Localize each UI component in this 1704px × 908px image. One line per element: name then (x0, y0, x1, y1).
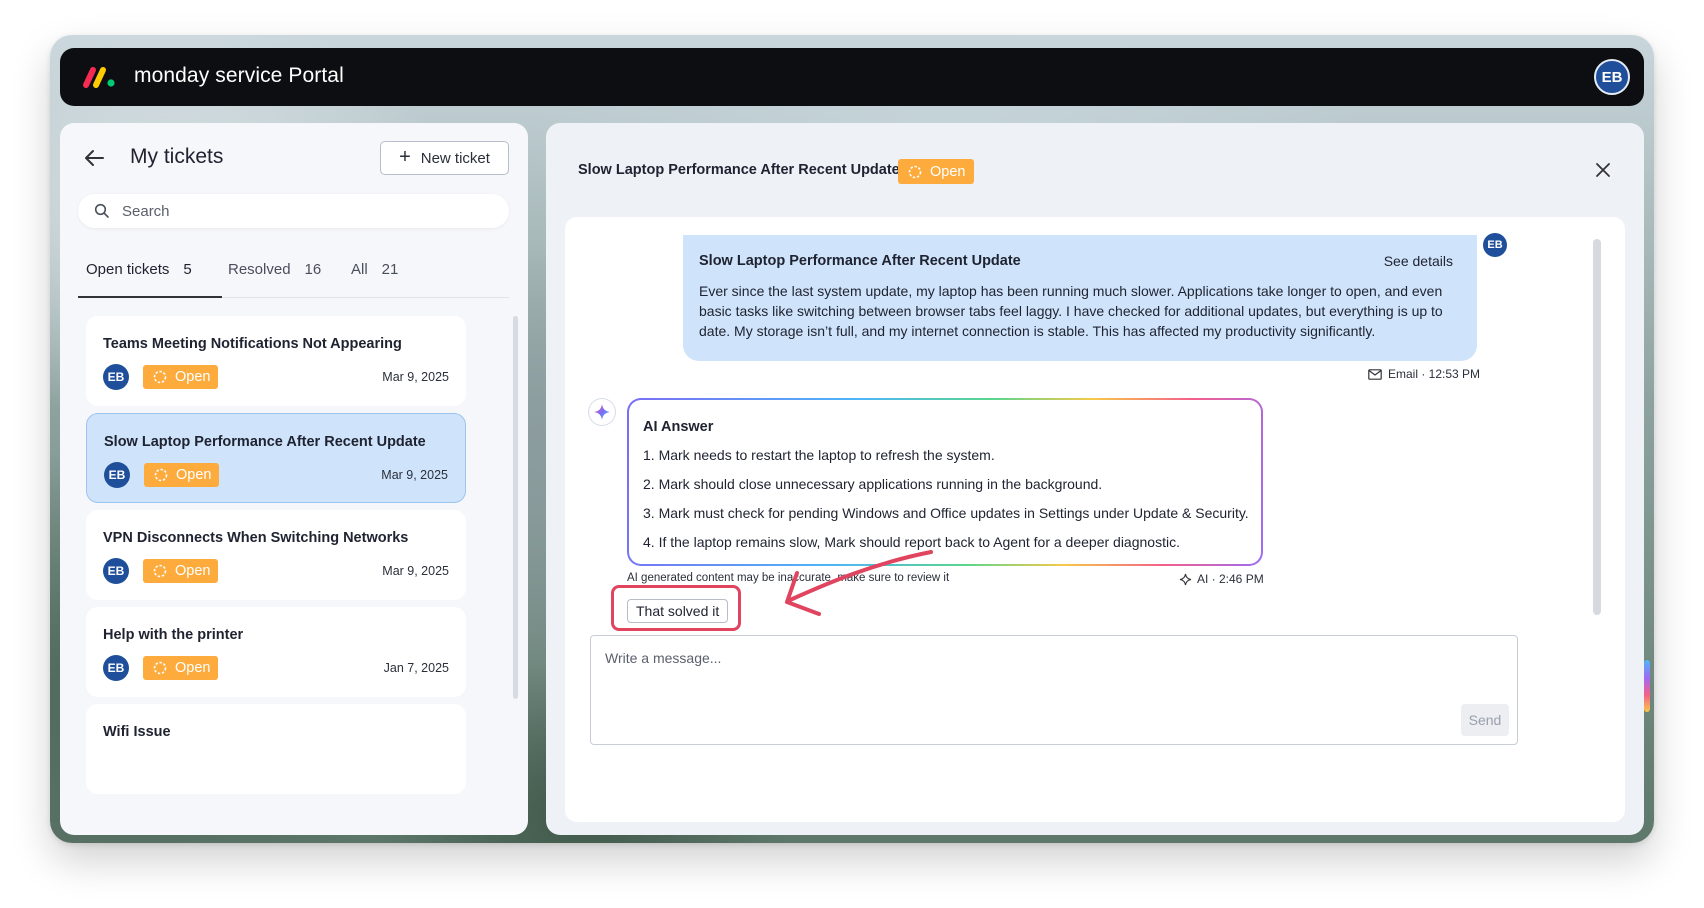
ai-disclaimer: AI generated content may be inaccurate, … (627, 572, 950, 584)
ticket-title: Help with the printer (103, 627, 244, 643)
tab-label: All (351, 261, 368, 278)
that-solved-it-button[interactable]: That solved it (627, 599, 729, 623)
tab-count: 16 (304, 261, 322, 278)
ticket-title: VPN Disconnects When Switching Networks (103, 530, 409, 546)
status-badge: Open (144, 463, 220, 487)
message-composer: Send (590, 635, 1518, 745)
ai-answer-item: 1. Mark needs to restart the laptop to r… (643, 447, 995, 463)
assignee-avatar: EB (103, 655, 129, 681)
status-open-icon (153, 661, 167, 675)
status-badge: Open (143, 656, 219, 680)
see-details-link[interactable]: See details (1384, 253, 1453, 269)
send-button[interactable]: Send (1461, 704, 1509, 736)
status-open-icon (153, 370, 167, 384)
ticket-card[interactable]: Teams Meeting Notifications Not Appearin… (86, 316, 466, 406)
ticket-date: Jan 7, 2025 (383, 661, 449, 675)
tab-label: Resolved (228, 261, 291, 278)
search-input[interactable] (120, 201, 484, 221)
assignee-avatar: EB (103, 364, 129, 390)
brand-name: monday service Portal (134, 64, 344, 87)
user-avatar[interactable]: EB (1594, 59, 1630, 95)
detail-title: Slow Laptop Performance After Recent Upd… (578, 162, 900, 178)
tab-open-tickets[interactable]: Open tickets 5 (86, 261, 192, 278)
message-input[interactable] (603, 648, 1487, 702)
status-label: Open (930, 163, 966, 180)
message-title: Slow Laptop Performance After Recent Upd… (699, 253, 1021, 269)
ticket-list-scrollbar[interactable] (513, 316, 518, 699)
tab-count: 5 (183, 261, 192, 278)
ticket-tabs: Open tickets 5 Resolved 16 All 21 (78, 253, 509, 298)
app-window: monday service Portal EB My tickets + Ne… (50, 35, 1654, 843)
ai-meta: AI · 2:46 PM (1179, 572, 1264, 586)
message-body: Ever since the last system update, my la… (699, 283, 1443, 339)
tab-resolved[interactable]: Resolved 16 (228, 261, 321, 278)
tab-count: 21 (381, 261, 399, 278)
conversation-scrollbar[interactable] (1593, 239, 1601, 615)
close-icon[interactable] (1592, 159, 1614, 181)
ticket-date: Mar 9, 2025 (382, 564, 449, 578)
ticket-card[interactable]: Wifi Issue (86, 704, 466, 794)
status-badge: Open (143, 559, 219, 583)
ai-answer-item: 4. If the laptop remains slow, Mark shou… (643, 534, 1180, 550)
message-meta: Email · 12:53 PM (1368, 367, 1480, 381)
tickets-panel: My tickets + New ticket Open tickets 5 Re… (60, 123, 528, 835)
ticket-title: Teams Meeting Notifications Not Appearin… (103, 336, 402, 352)
side-widget-handle[interactable] (1644, 660, 1650, 712)
ticket-title: Slow Laptop Performance After Recent Upd… (104, 434, 426, 450)
detail-status-badge: Open (898, 159, 975, 184)
ai-avatar (589, 399, 615, 425)
conversation-area: Slow Laptop Performance After Recent Upd… (565, 217, 1625, 822)
ai-sparkle-icon (594, 404, 610, 420)
new-ticket-button[interactable]: + New ticket (380, 141, 509, 175)
ticket-title: Wifi Issue (103, 724, 171, 740)
sender-avatar: EB (1483, 233, 1507, 257)
ai-sparkle-outline-icon (1179, 573, 1192, 585)
ai-answer-title: AI Answer (643, 419, 714, 435)
monday-logo-icon (83, 67, 115, 88)
customer-message: Slow Laptop Performance After Recent Upd… (683, 235, 1477, 361)
status-label: Open (175, 369, 211, 385)
ai-answer-item: 2. Mark should close unnecessary applica… (643, 476, 1103, 492)
ticket-list: Teams Meeting Notifications Not Appearin… (86, 316, 484, 835)
active-tab-indicator (78, 296, 222, 298)
status-open-icon (154, 468, 168, 482)
assignee-avatar: EB (104, 462, 130, 488)
search-box[interactable] (78, 194, 509, 228)
ticket-card[interactable]: Help with the printer EB Open Jan 7, 202… (86, 607, 466, 697)
search-icon (94, 203, 109, 218)
status-label: Open (175, 660, 211, 676)
status-open-icon (908, 165, 922, 178)
status-label: Open (176, 467, 212, 483)
ai-answer-item: 3. Mark must check for pending Windows a… (643, 505, 1249, 521)
mail-icon (1368, 368, 1382, 380)
assignee-avatar: EB (103, 558, 129, 584)
ticket-card-selected[interactable]: Slow Laptop Performance After Recent Upd… (86, 413, 466, 503)
ai-answer-card: AI Answer 1. Mark needs to restart the l… (627, 398, 1263, 566)
new-ticket-label: New ticket (420, 149, 490, 167)
status-label: Open (175, 563, 211, 579)
tab-label: Open tickets (86, 261, 170, 278)
back-arrow-icon[interactable] (82, 145, 108, 171)
status-badge: Open (143, 365, 219, 389)
tab-all[interactable]: All 21 (351, 261, 398, 278)
ticket-detail-panel: Slow Laptop Performance After Recent Upd… (546, 123, 1644, 835)
status-open-icon (153, 564, 167, 578)
panel-title: My tickets (130, 145, 224, 168)
top-bar: monday service Portal EB (60, 48, 1644, 106)
ticket-date: Mar 9, 2025 (381, 468, 448, 482)
ai-meta-text: AI · 2:46 PM (1197, 572, 1264, 586)
ticket-card[interactable]: VPN Disconnects When Switching Networks … (86, 510, 466, 600)
plus-icon: + (399, 146, 411, 168)
ticket-date: Mar 9, 2025 (382, 370, 449, 384)
message-meta-text: Email · 12:53 PM (1388, 367, 1481, 381)
